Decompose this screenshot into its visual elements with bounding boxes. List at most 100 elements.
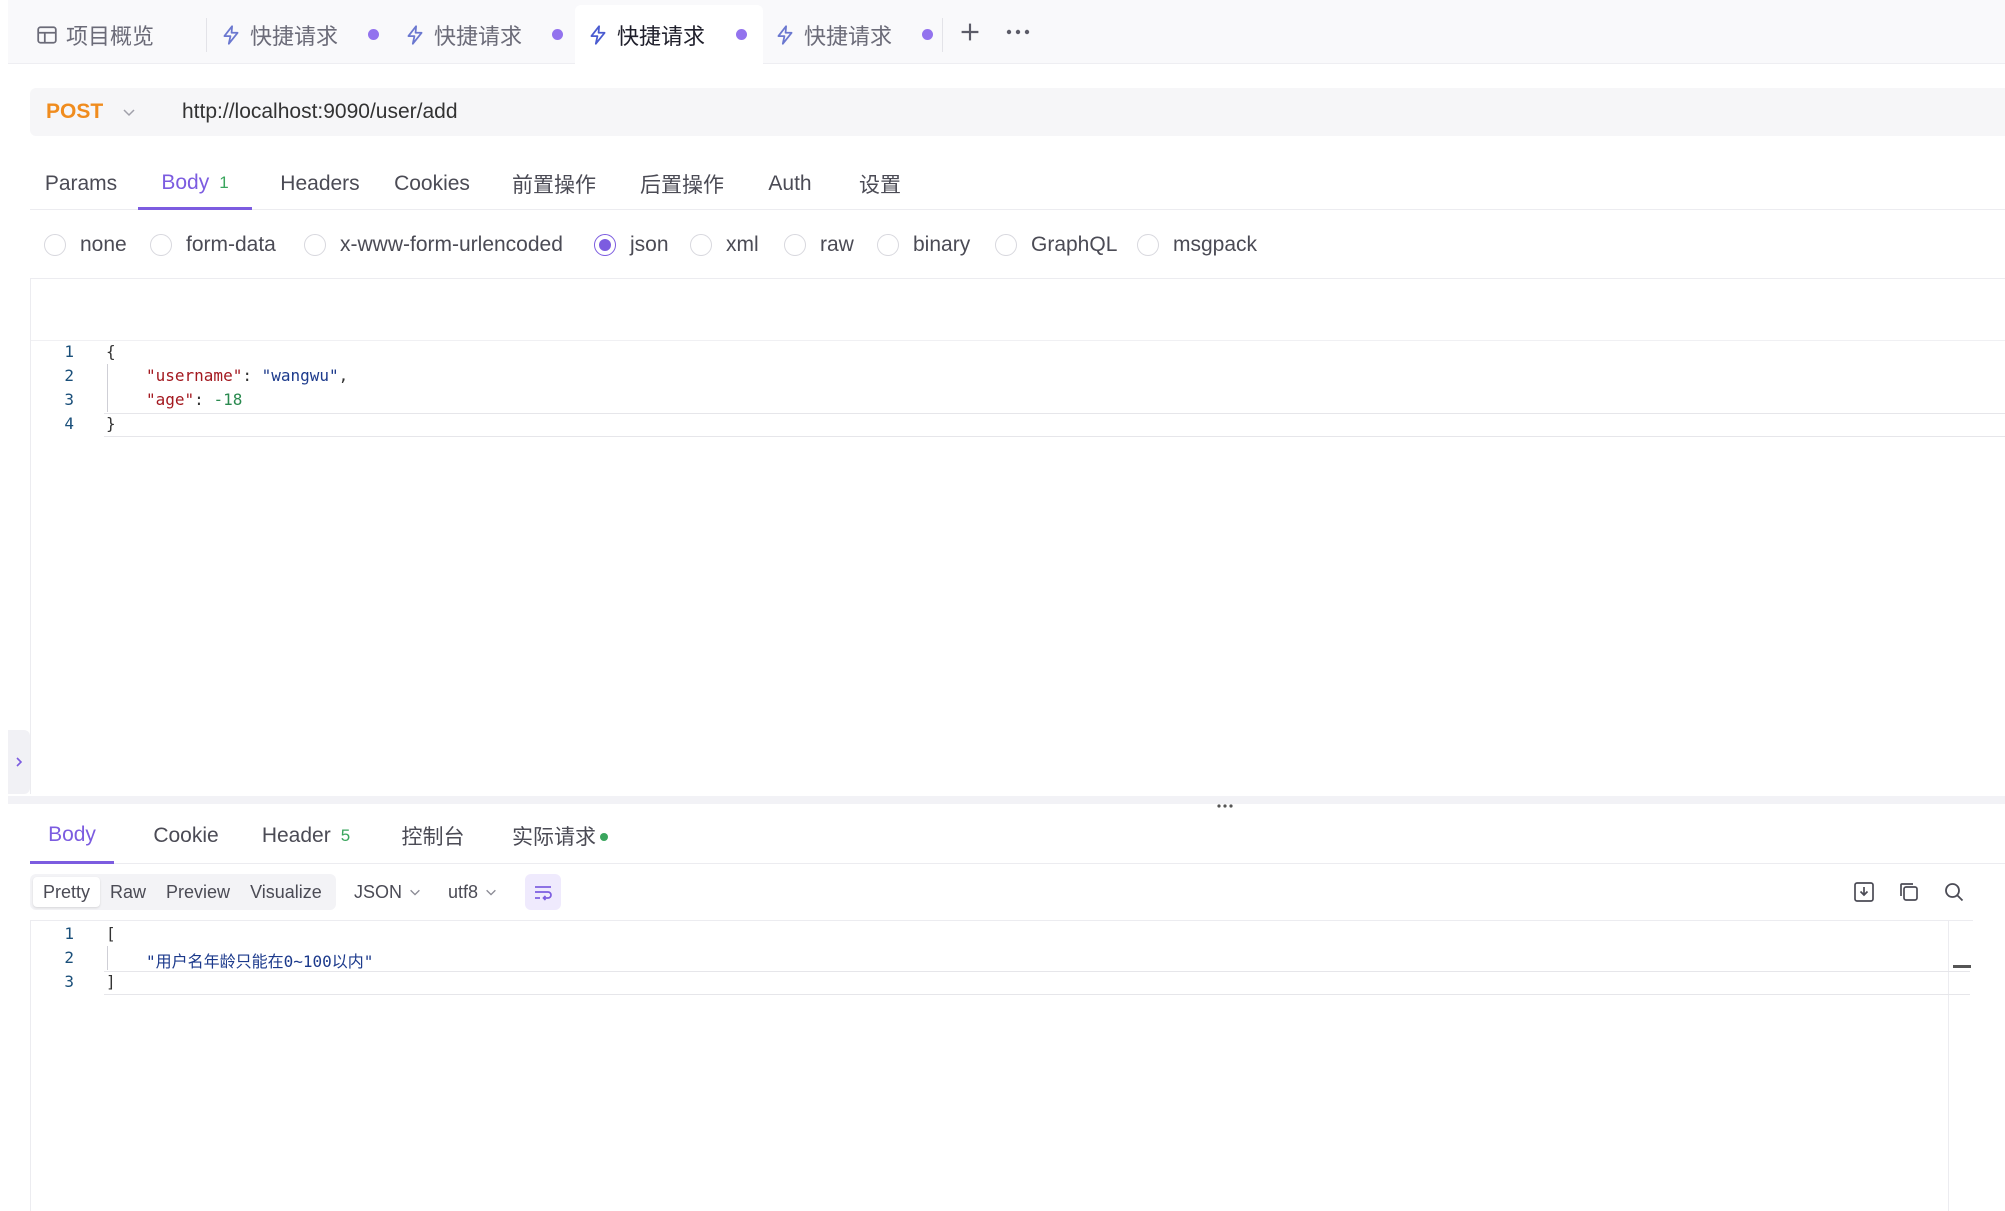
scrollbar-thumb[interactable]	[1953, 965, 1971, 968]
format-label: JSON	[354, 881, 403, 902]
tab-separator	[942, 18, 943, 52]
new-tab-button[interactable]	[952, 14, 988, 50]
radio-json[interactable]: json	[594, 225, 669, 265]
sidebar-expand-toggle[interactable]	[8, 730, 30, 794]
indent-guide	[107, 364, 108, 412]
radio-label: xml	[726, 233, 759, 256]
url-input[interactable]	[182, 100, 1682, 124]
radio-circle	[877, 234, 899, 256]
word-wrap-toggle[interactable]	[525, 874, 561, 910]
current-line-highlight	[104, 971, 1970, 995]
tab-label: Header	[261, 824, 331, 847]
current-line-highlight	[104, 413, 2005, 437]
view-visualize[interactable]: Visualize	[240, 877, 332, 907]
radio-label: binary	[913, 233, 971, 256]
radio-form-data[interactable]: form-data	[150, 225, 276, 265]
radio-circle	[784, 234, 806, 256]
body-type-radio-group: none form-data x-www-form-urlencoded jso…	[30, 225, 2005, 265]
radio-binary[interactable]: binary	[877, 225, 970, 265]
download-icon[interactable]	[1852, 880, 1876, 904]
tab-label: 快捷请求	[250, 23, 339, 49]
code-line: ]	[106, 972, 116, 991]
tab-label: Params	[44, 172, 118, 195]
status-dot	[600, 833, 608, 841]
radio-msgpack[interactable]: msgpack	[1137, 225, 1257, 265]
line-number: 2	[64, 948, 74, 967]
tab-auth[interactable]: Auth	[752, 158, 828, 210]
bracket-open: [	[106, 924, 116, 943]
view-label: Raw	[110, 881, 147, 902]
view-raw[interactable]: Raw	[100, 877, 156, 907]
overview-icon	[37, 25, 57, 44]
tab-label: Auth	[768, 172, 812, 195]
unsaved-dot	[922, 29, 933, 40]
unsaved-dot	[552, 29, 563, 40]
view-pretty[interactable]: Pretty	[33, 877, 101, 907]
code-line: [	[106, 924, 116, 943]
radio-circle	[150, 234, 172, 256]
brace-open: {	[106, 342, 116, 361]
radio-circle	[44, 234, 66, 256]
response-scrollbar[interactable]	[1948, 920, 1971, 1211]
radio-x-www-form-urlencoded[interactable]: x-www-form-urlencoded	[304, 225, 563, 265]
lightning-icon	[777, 24, 793, 45]
tab-quick-request-3[interactable]: 快捷请求	[575, 5, 763, 64]
chevron-down-icon	[486, 889, 496, 896]
url-bar: POST	[30, 88, 2005, 136]
line-number: 1	[64, 924, 74, 943]
method-select[interactable]: POST	[30, 88, 146, 136]
radio-label: msgpack	[1173, 233, 1258, 256]
panel-splitter[interactable]	[8, 796, 2005, 804]
more-tabs-button[interactable]	[1000, 14, 1036, 50]
radio-raw[interactable]: raw	[784, 225, 854, 265]
tab-headers[interactable]: Headers	[270, 158, 370, 210]
json-key: "age"	[146, 390, 195, 409]
tab-settings[interactable]: 设置	[840, 158, 920, 210]
tab-quick-request-4[interactable]: 快捷请求	[774, 5, 949, 64]
request-body-editor[interactable]	[30, 278, 2005, 794]
resp-tab-cookie[interactable]: Cookie	[140, 808, 232, 864]
line-number: 1	[64, 342, 74, 361]
tab-post-actions[interactable]: 后置操作	[624, 158, 740, 210]
radio-label: x-www-form-urlencoded	[340, 233, 563, 256]
tab-pre-actions[interactable]: 前置操作	[496, 158, 612, 210]
copy-icon[interactable]	[1897, 880, 1921, 904]
lightning-icon	[407, 24, 423, 45]
resp-tab-header[interactable]: Header 5	[252, 808, 360, 864]
chevron-down-icon	[410, 889, 420, 896]
chevron-right-icon	[16, 757, 23, 767]
encoding-label: utf8	[448, 881, 479, 902]
tab-params[interactable]: Params	[38, 158, 124, 210]
search-icon[interactable]	[1942, 880, 1966, 904]
tab-label: 前置操作	[512, 174, 596, 197]
line-number: 4	[64, 414, 74, 433]
radio-label: form-data	[186, 233, 276, 256]
json-number-value: -18	[213, 390, 243, 409]
format-select[interactable]: JSON	[354, 874, 422, 910]
radio-circle	[304, 234, 326, 256]
radio-graphql[interactable]: GraphQL	[995, 225, 1117, 265]
view-preview[interactable]: Preview	[156, 877, 240, 907]
radio-circle	[1137, 234, 1159, 256]
resp-tab-console[interactable]: 控制台	[388, 808, 478, 864]
tab-label: Headers	[280, 172, 360, 195]
tab-quick-request-1[interactable]: 快捷请求	[220, 5, 395, 64]
resp-tab-body[interactable]: Body	[30, 808, 114, 864]
tab-project-overview[interactable]: 项目概览	[36, 5, 206, 64]
lightning-icon	[590, 24, 606, 45]
radio-xml[interactable]: xml	[690, 225, 759, 265]
view-label: Preview	[166, 881, 231, 902]
chevron-down-icon	[123, 109, 135, 117]
radio-none[interactable]: none	[44, 225, 127, 265]
encoding-select[interactable]: utf8	[448, 874, 498, 910]
plus-icon	[961, 23, 979, 41]
resp-tab-actual-request[interactable]: 实际请求	[500, 808, 620, 864]
tab-separator	[206, 18, 207, 52]
tab-body[interactable]: Body 1	[138, 158, 252, 210]
tab-label: 设置	[859, 174, 901, 197]
tab-cookies[interactable]: Cookies	[382, 158, 482, 210]
tab-label: 快捷请求	[617, 23, 706, 49]
tab-quick-request-2[interactable]: 快捷请求	[404, 5, 579, 64]
tab-label: Body	[161, 170, 210, 194]
json-string-value: "wangwu"	[261, 366, 339, 385]
